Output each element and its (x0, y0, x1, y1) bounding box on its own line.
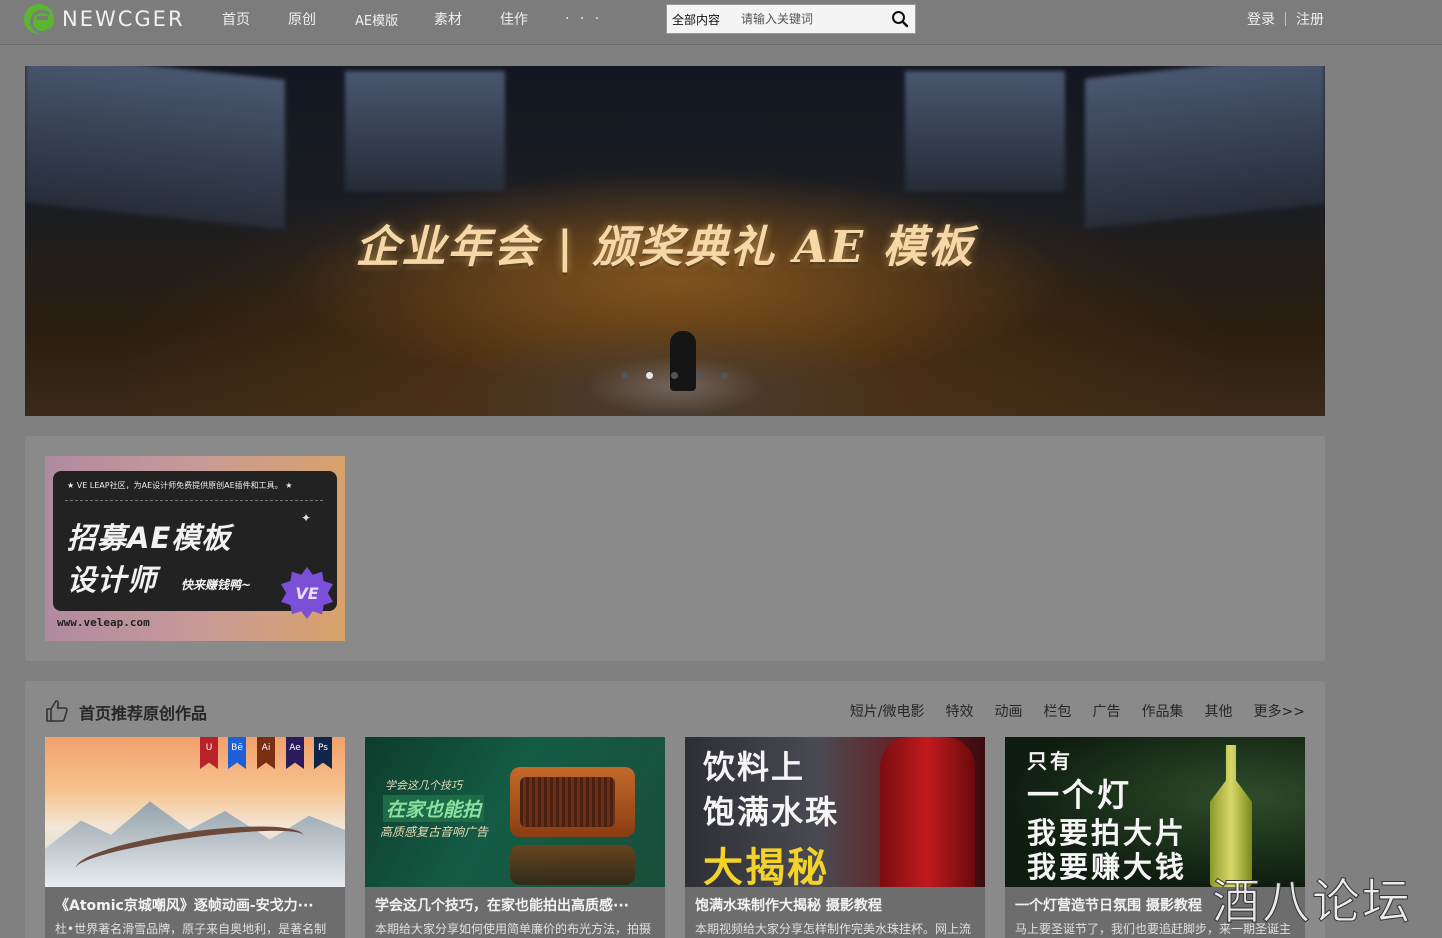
card-description: 本期给大家分享如何使用简单廉价的布光方法，拍摄 (375, 922, 652, 936)
thumb-text: 学会这几个技巧 (385, 779, 462, 792)
hero-banner[interactable]: 企业年会 | 颁奖典礼 AE 模板 (25, 66, 1325, 416)
ve-badge-icon: VE (281, 567, 333, 619)
banner-screen-right (1085, 66, 1325, 229)
ribbon-badge: Ai (257, 737, 275, 769)
ribbon-badge: Bē (228, 737, 246, 769)
recruit-ad-banner[interactable]: ★ VE LEAP社区，为AE设计师免费提供原创AE插件和工具。 ★ 招募AE模… (45, 456, 345, 641)
ad-url: www.veleap.com (57, 616, 150, 629)
card-thumbnail: 学会这几个技巧 在家也能拍 高质感复古音响广告 (365, 737, 665, 887)
carousel-dot[interactable] (696, 372, 703, 379)
top-navigation-bar: NEWCGER 首页 原创 AE模版 素材 佳作 · · · 全部内容 登录 注… (0, 0, 1442, 45)
thumb-text: 饮料上 (703, 748, 806, 786)
tab-short-film[interactable]: 短片/微电影 (850, 701, 925, 721)
tab-ads[interactable]: 广告 (1093, 701, 1121, 721)
card-thumbnail: 饮料上 饱满水珠 大揭秘 (685, 737, 985, 887)
card-description: 杜•世界著名滑雪品牌，原子来自奥地利，是著名制 (55, 922, 327, 936)
carousel-dot-active[interactable] (646, 372, 653, 379)
banner-screen (905, 71, 1065, 191)
bottle-image (880, 737, 975, 887)
work-card[interactable]: 学会这几个技巧 在家也能拍 高质感复古音响广告 学会这几个技巧，在家也能拍出高质… (365, 737, 665, 938)
speaker-image (510, 767, 635, 837)
work-card[interactable]: U Bē Ai Ae Ps 《Atomic京城嘲风》逐帧动画-安戈力··· 杜•… (45, 737, 345, 938)
ad-card: ★ VE LEAP社区，为AE设计师免费提供原创AE插件和工具。 ★ 招募AE模… (53, 471, 337, 619)
promo-section: ★ VE LEAP社区，为AE设计师免费提供原创AE插件和工具。 ★ 招募AE模… (25, 436, 1325, 661)
thumb-text: 我要赚大钱 (1027, 850, 1188, 884)
ribbon-badge: U (200, 737, 218, 769)
banner-screen-left (25, 66, 285, 230)
carousel-dots (621, 372, 746, 379)
nav-original[interactable]: 原创 (288, 9, 328, 29)
banner-screen (345, 71, 505, 191)
nav-home[interactable]: 首页 (222, 9, 262, 29)
ribbon-badge: Ae (286, 737, 304, 769)
nav-more[interactable]: · · · (565, 11, 605, 27)
banner-speaker-silhouette (670, 331, 696, 391)
section-title: 首页推荐原创作品 (79, 704, 208, 723)
ad-divider (65, 500, 323, 501)
login-link[interactable]: 登录 (1247, 9, 1275, 29)
forum-watermark: 酒八论坛 (1211, 874, 1413, 931)
tab-other[interactable]: 其他 (1205, 701, 1233, 721)
thumb-text: 高质感复古音响广告 (380, 825, 489, 839)
tab-packaging[interactable]: 栏包 (1044, 701, 1072, 721)
nav-featured[interactable]: 佳作 (500, 9, 540, 29)
carousel-dot[interactable] (621, 372, 628, 379)
ad-headline: 招募AE模板 (67, 521, 232, 555)
recommended-section: 首页推荐原创作品 短片/微电影 特效 动画 栏包 广告 作品集 其他 更多>> … (25, 681, 1325, 938)
site-logo[interactable]: NEWCGER (24, 4, 185, 34)
card-title[interactable]: 《Atomic京城嘲风》逐帧动画-安戈力··· (55, 895, 337, 915)
search-box: 全部内容 (666, 4, 916, 34)
ad-subline: 快来赚钱鸭~ (181, 578, 252, 592)
auth-links: 登录 注册 (1247, 9, 1324, 29)
tab-vfx[interactable]: 特效 (946, 701, 974, 721)
nav-materials[interactable]: 素材 (434, 9, 474, 29)
carousel-dot[interactable] (721, 372, 728, 379)
ribbon-badge: Ps (314, 737, 332, 769)
card-description: 本期视频给大家分享怎样制作完美水珠挂杯。网上流 (695, 922, 972, 936)
ad-headline-2: 设计师 (67, 563, 158, 597)
work-card[interactable]: 饮料上 饱满水珠 大揭秘 饱满水珠制作大揭秘 摄影教程 本期视频给大家分享怎样制… (685, 737, 985, 938)
card-thumbnail: U Bē Ai Ae Ps (45, 737, 345, 887)
auth-divider (1285, 12, 1286, 26)
search-category-select[interactable]: 全部内容 (672, 11, 720, 28)
card-title[interactable]: 饱满水珠制作大揭秘 摄影教程 (695, 895, 977, 915)
thumbs-up-icon (46, 700, 68, 722)
tab-portfolio[interactable]: 作品集 (1142, 701, 1184, 721)
thumb-text: 饱满水珠 (703, 793, 840, 831)
ad-tagline: ★ VE LEAP社区，为AE设计师免费提供原创AE插件和工具。 ★ (67, 481, 293, 490)
tab-animation[interactable]: 动画 (995, 701, 1023, 721)
tab-more[interactable]: 更多>> (1254, 701, 1305, 721)
sparkle-icon: ✦ (301, 511, 312, 525)
thumb-text: 在家也能拍 (383, 795, 485, 822)
carousel-dot[interactable] (671, 372, 678, 379)
card-title[interactable]: 学会这几个技巧，在家也能拍出高质感··· (375, 895, 657, 915)
logo-text: NEWCGER (62, 7, 185, 31)
search-input[interactable] (741, 9, 881, 29)
logo-mark-icon (24, 4, 54, 34)
speaker-reflection (510, 845, 635, 885)
category-tabs: 短片/微电影 特效 动画 栏包 广告 作品集 其他 更多>> (829, 701, 1305, 721)
thumb-text: 大揭秘 (703, 845, 829, 887)
register-link[interactable]: 注册 (1296, 9, 1324, 29)
search-icon[interactable] (891, 10, 909, 28)
nav-ae-templates[interactable]: AE模版 (355, 10, 415, 29)
banner-title: 企业年会 | 颁奖典礼 AE 模板 (355, 222, 975, 273)
